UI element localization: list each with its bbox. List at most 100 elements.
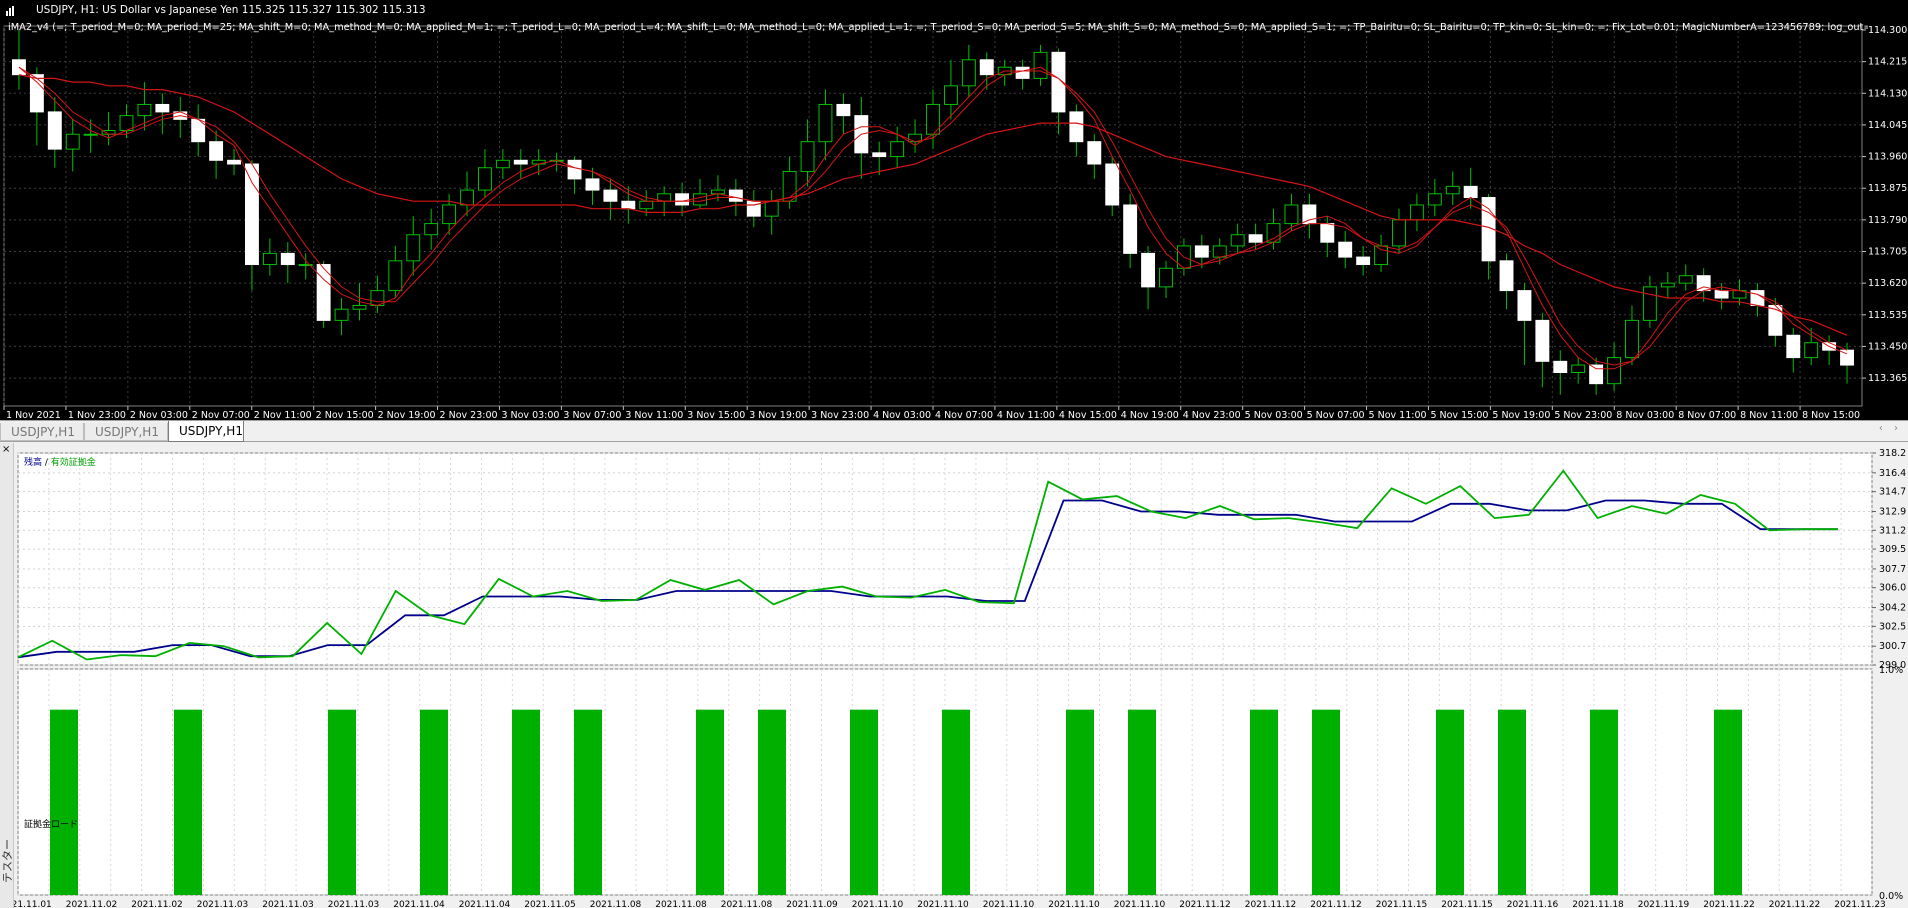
- tester-date-label: 2021.11.10: [917, 900, 969, 908]
- candle-body: [406, 234, 421, 262]
- margin-load-bar: [50, 709, 78, 895]
- tab-scroll-arrows[interactable]: ‹ ›: [1879, 423, 1902, 434]
- candle-body: [1248, 234, 1263, 243]
- tester-date-label: 2021.11.19: [1638, 900, 1690, 908]
- candle-body: [460, 189, 474, 206]
- candle-body: [710, 189, 725, 195]
- close-icon[interactable]: ×: [2, 445, 10, 455]
- time-axis-label: 1 Nov 2021: [6, 410, 61, 420]
- margin-load-bar: [1066, 709, 1094, 895]
- candle-body: [728, 189, 743, 202]
- tester-date-label: 2021.11.08: [655, 900, 707, 908]
- tester-date-label: 2021.11.02: [66, 900, 118, 908]
- candle-body: [1535, 319, 1550, 362]
- tester-date-label: 2021.11.10: [1048, 900, 1100, 908]
- tab-usdjpy-h1-2[interactable]: USDJPY,H1: [84, 423, 168, 441]
- candle-body: [639, 200, 654, 210]
- legend-equity: 有効証拠金: [50, 458, 96, 468]
- indicator-params: iMA2_v4 (=; T_period_M=0; MA_period_M=25…: [8, 22, 1868, 33]
- candle-body: [1786, 334, 1801, 359]
- tester-date-label: 2021.11.22: [1703, 900, 1755, 908]
- tester-date-label: 2021.11.10: [852, 900, 904, 908]
- candle-body: [1607, 357, 1622, 385]
- tester-date-label: 2021.11.03: [197, 900, 249, 908]
- time-axis-label: 3 Nov 23:00: [811, 410, 869, 420]
- candle-body: [1302, 204, 1317, 225]
- tester-date-label: 2021.11.08: [590, 900, 642, 908]
- time-axis-label: 3 Nov 19:00: [749, 410, 807, 420]
- margin-load-bar: [420, 709, 448, 895]
- candle-body: [1445, 185, 1460, 195]
- symbol-header: USDJPY, H1: US Dollar vs Japanese Yen 11…: [36, 4, 426, 16]
- candle-body: [388, 260, 403, 292]
- tester-date-label: 2021.11.15: [1376, 900, 1428, 908]
- price-chart[interactable]: 114.300 114.215 114.130 114.045 113.960 113.8…: [0, 0, 1908, 420]
- price-chart-window[interactable]: 114.300 114.215 114.130 114.045 113.960 113.8…: [0, 0, 1908, 420]
- price-axis-label: 113.365: [1868, 373, 1907, 384]
- time-axis-label: 4 Nov 19:00: [1121, 410, 1179, 420]
- time-axis-label: 4 Nov 03:00: [873, 410, 931, 420]
- candle-body: [1194, 245, 1209, 258]
- candle-body: [244, 163, 259, 266]
- price-axis-label: 113.535: [1868, 310, 1907, 321]
- candle-body: [1338, 241, 1353, 258]
- tab-usdjpy-h1-1[interactable]: USDJPY,H1: [0, 423, 84, 441]
- candle-body: [1427, 193, 1442, 206]
- margin-load-bar: [1436, 709, 1464, 895]
- candle-body: [603, 189, 618, 202]
- equity-axis-label: 314.7: [1879, 487, 1906, 498]
- margin-load-bar: [174, 709, 202, 895]
- equity-axis-label: 302.5: [1879, 621, 1906, 632]
- price-axis-label: 114.045: [1868, 120, 1907, 131]
- candle-body: [1356, 256, 1371, 266]
- equity-axis-label: 318.2: [1879, 448, 1906, 459]
- tab-usdjpy-h1-3[interactable]: USDJPY,H1: [168, 421, 244, 442]
- price-axis-label: 114.215: [1868, 57, 1907, 68]
- time-axis-label: 8 Nov 15:00: [1802, 410, 1860, 420]
- candle-body: [1015, 66, 1030, 79]
- price-axis-label: 113.620: [1868, 278, 1907, 289]
- time-axis-label: 8 Nov 11:00: [1740, 410, 1798, 420]
- margin-load-bar: [758, 709, 786, 895]
- tester-date-label: 2021.11.10: [983, 900, 1035, 908]
- tester-side-label: テスター: [1, 839, 14, 883]
- price-axis-label: 113.875: [1868, 183, 1907, 194]
- balance-equity-legend: 残高 / 有効証拠金: [24, 455, 96, 468]
- margin-load-bar: [1312, 709, 1340, 895]
- time-axis-label: 4 Nov 07:00: [935, 410, 993, 420]
- candle-body: [65, 133, 80, 150]
- candle-body: [227, 159, 241, 165]
- time-axis-label: 5 Nov 11:00: [1369, 410, 1427, 420]
- margin-axis-label: 1.0%: [1879, 665, 1903, 676]
- margin-load-bar: [1250, 709, 1278, 895]
- candle-body: [818, 103, 833, 143]
- chart-tab-strip: USDJPY,H1 USDJPY,H1 USDJPY,H1 ‹ ›: [0, 420, 1908, 442]
- candle-body: [1033, 51, 1048, 79]
- time-axis-label: 4 Nov 11:00: [997, 410, 1055, 420]
- candle-body: [585, 178, 600, 191]
- candle-body: [280, 252, 295, 266]
- candle-body: [1087, 141, 1102, 165]
- margin-load-bar: [574, 709, 602, 895]
- candle-body: [1105, 163, 1120, 206]
- candle-body: [209, 141, 224, 161]
- candle-body: [1553, 360, 1568, 373]
- candle-body: [495, 159, 510, 169]
- price-axis-label: 113.450: [1868, 341, 1907, 352]
- candle-body: [262, 252, 277, 266]
- candle-body: [836, 103, 851, 117]
- tester-date-label: 2021.11.02: [131, 900, 183, 908]
- equity-axis-label: 307.7: [1879, 564, 1906, 575]
- candle-body: [1374, 245, 1389, 266]
- margin-load-bar: [850, 709, 878, 895]
- candle-body: [1069, 111, 1084, 143]
- candle-body: [1320, 223, 1335, 243]
- chart-window-icon: [6, 6, 16, 16]
- tester-chart[interactable]: 318.2 316.4 314.7 312.9 311.2 309.5 307.7 306.0…: [0, 443, 1908, 908]
- equity-axis-label: 316.4: [1879, 468, 1906, 479]
- price-axis-label: 113.705: [1868, 247, 1907, 258]
- equity-axis-label: 309.5: [1879, 544, 1906, 555]
- candle-body: [693, 193, 707, 206]
- price-axis-label: 114.300: [1868, 25, 1907, 36]
- time-axis-label: 5 Nov 19:00: [1492, 410, 1550, 420]
